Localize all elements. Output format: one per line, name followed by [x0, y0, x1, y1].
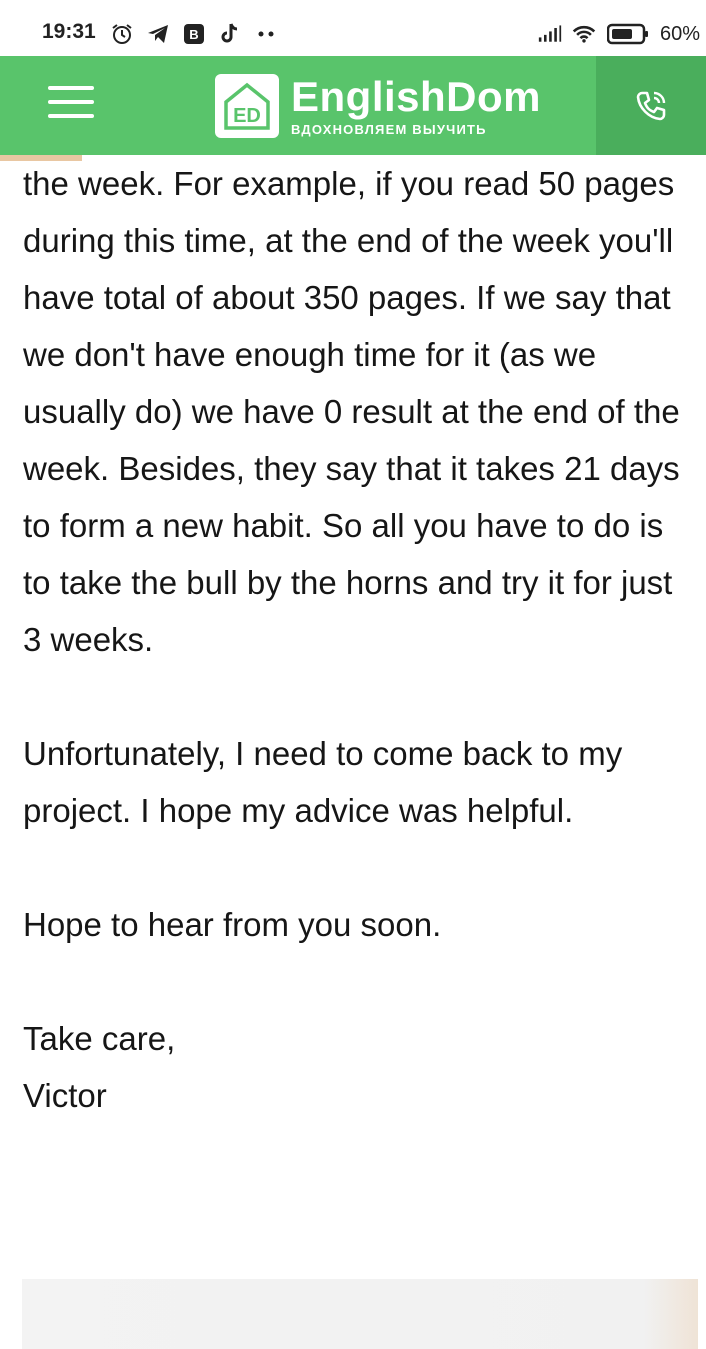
status-time: 19:31 [42, 20, 96, 43]
signal-icon [538, 22, 562, 46]
hamburger-icon [48, 86, 94, 90]
telegram-icon [146, 22, 170, 46]
more-dots-icon [254, 22, 278, 46]
phone-icon [636, 91, 666, 120]
brand-name: EnglishDom [291, 72, 542, 120]
site-header: ED EnglishDom ВДОХНОВЛЯЕМ ВЫУЧИТЬ [0, 56, 706, 155]
svg-text:B: B [189, 27, 198, 42]
wifi-icon [572, 22, 596, 46]
brand-logo[interactable]: ED EnglishDom ВДОХНОВЛЯЕМ ВЫУЧИТЬ [215, 74, 541, 138]
article-paragraph: Hope to hear from you soon. [23, 906, 442, 943]
vk-icon: B [182, 22, 206, 46]
content-card [22, 1279, 698, 1349]
status-bar: 19:31 B 60% [0, 0, 706, 56]
house-logo-icon: ED [215, 74, 279, 138]
call-button[interactable] [596, 56, 706, 155]
menu-button[interactable] [48, 86, 94, 122]
article-body: the week. For example, if you read 50 pa… [23, 155, 698, 1124]
battery-percent: 60% [659, 22, 700, 45]
closing-line: Take care, [23, 1020, 176, 1057]
article-paragraph: the week. For example, if you read 50 pa… [23, 165, 680, 658]
battery-icon [606, 22, 650, 46]
logo-mark-text: ED [233, 105, 261, 127]
article-paragraph: Unfortunately, I need to come back to my… [23, 735, 623, 829]
system-icons: 60% [538, 22, 700, 46]
notification-icons: B [110, 22, 278, 46]
alarm-icon [110, 22, 134, 46]
signature: Victor [23, 1077, 107, 1114]
brand-tagline: ВДОХНОВЛЯЕМ ВЫУЧИТЬ [291, 121, 487, 137]
tiktok-icon [218, 22, 242, 46]
